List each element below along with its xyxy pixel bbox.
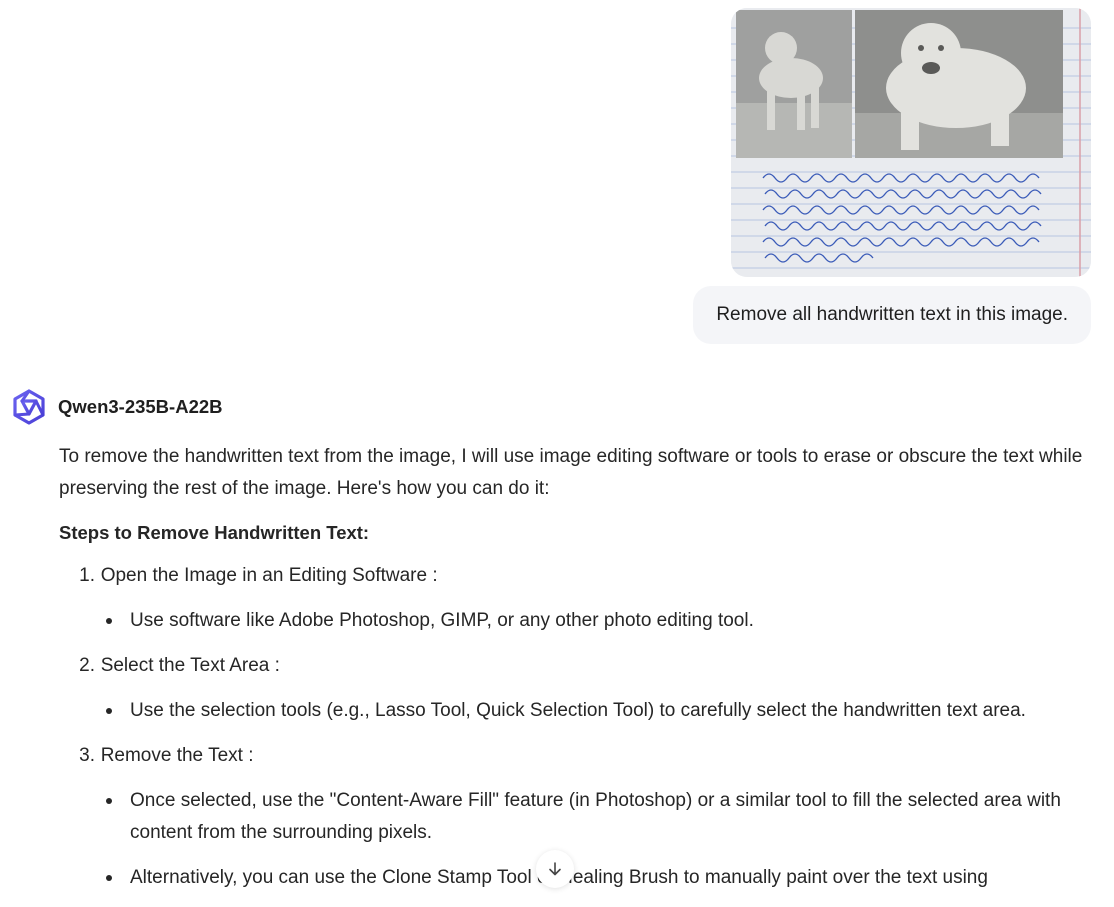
step-item: 1. Open the Image in an Editing Software… [59,560,1094,637]
step-bullet: Use the selection tools (e.g., Lasso Too… [59,695,1094,727]
scroll-to-bottom-button[interactable] [536,850,574,888]
step-number: 2. [79,655,95,676]
step-item: 2. Select the Text Area : Use the select… [59,650,1094,727]
step-title: Select the Text Area : [100,655,280,676]
user-message-bubble: Remove all handwritten text in this imag… [693,286,1091,344]
assistant-header: Qwen3-235B-A22B [11,388,223,426]
steps-heading: Steps to Remove Handwritten Text: [59,522,370,543]
qwen-logo-icon [13,389,45,425]
user-message-text: Remove all handwritten text in this imag… [716,304,1068,325]
step-number: 1. [79,565,95,586]
user-uploaded-image[interactable] [731,8,1091,277]
notebook-photo [731,8,1091,277]
step-title: Open the Image in an Editing Software : [100,565,438,586]
model-name: Qwen3-235B-A22B [58,396,223,417]
step-title: Remove the Text : [100,745,254,766]
step-number: 3. [79,745,95,766]
step-item: 3. Remove the Text : Once selected, use … [59,740,1094,894]
assistant-response: To remove the handwritten text from the … [59,441,1094,907]
step-bullet: Use software like Adobe Photoshop, GIMP,… [59,605,1094,637]
arrow-down-icon [549,862,561,876]
intro-paragraph: To remove the handwritten text from the … [59,446,1083,499]
steps-list: 1. Open the Image in an Editing Software… [59,560,1094,894]
step-bullet: Once selected, use the "Content-Aware Fi… [59,785,1094,849]
step-bullet: Alternatively, you can use the Clone Sta… [59,862,1094,894]
